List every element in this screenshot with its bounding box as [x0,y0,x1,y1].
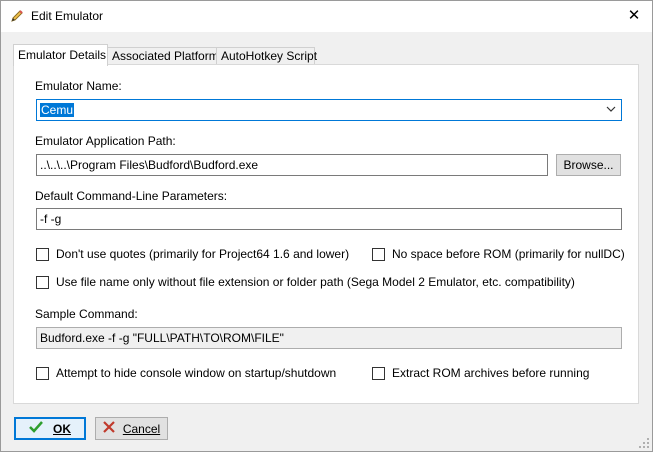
emulator-path-input[interactable]: ..\..\..\Program Files\Budford\Budford.e… [36,154,548,176]
pencil-icon [9,8,25,24]
no-space-checkbox[interactable]: No space before ROM (primarily for nullD… [372,247,625,261]
checkbox-box[interactable] [372,366,385,380]
file-name-only-label: Use file name only without file extensio… [56,275,575,289]
extract-rom-checkbox[interactable]: Extract ROM archives before running [372,366,589,380]
close-button[interactable]: ✕ [622,5,646,27]
emulator-name-label: Emulator Name: [35,79,122,93]
checkmark-icon [29,421,43,436]
title-bar: Edit Emulator ✕ [1,1,652,32]
params-label: Default Command-Line Parameters: [35,189,228,203]
edit-emulator-dialog: Edit Emulator ✕ Emulator Details Associa… [0,0,653,452]
no-quotes-checkbox[interactable]: Don't use quotes (primarily for Project6… [36,247,349,261]
ok-button[interactable]: OK [14,417,86,440]
emulator-name-value: Cemu [40,103,75,117]
cancel-icon [103,421,115,436]
ok-label: OK [53,421,71,436]
params-input[interactable]: -f -g [36,208,622,230]
cancel-button[interactable]: Cancel [95,417,168,440]
checkbox-box[interactable] [36,366,49,380]
cancel-label: Cancel [122,421,161,436]
checkbox-box[interactable] [372,247,385,261]
extract-rom-label: Extract ROM archives before running [392,366,590,380]
browse-button[interactable]: Browse... [556,154,621,176]
tab-emulator-details[interactable]: Emulator Details [13,44,108,66]
sample-command-field: Budford.exe -f -g "FULL\PATH\TO\ROM\FILE… [36,327,622,349]
hide-console-checkbox[interactable]: Attempt to hide console window on startu… [36,366,336,380]
hide-console-label: Attempt to hide console window on startu… [56,366,337,380]
emulator-path-label: Emulator Application Path: [35,134,176,148]
window-title: Edit Emulator [31,9,104,23]
no-space-label: No space before ROM (primarily for nullD… [392,247,625,261]
chevron-down-icon[interactable] [606,100,616,120]
emulator-details-panel: Emulator Name: Cemu Emulator Application… [13,64,639,404]
emulator-name-combobox[interactable]: Cemu [36,99,622,121]
checkbox-box[interactable] [36,275,49,289]
no-quotes-label: Don't use quotes (primarily for Project6… [56,247,350,261]
file-name-only-checkbox[interactable]: Use file name only without file extensio… [36,275,575,289]
checkbox-box[interactable] [36,247,49,261]
sample-command-label: Sample Command: [35,307,138,321]
resize-grip-icon[interactable] [638,437,650,449]
